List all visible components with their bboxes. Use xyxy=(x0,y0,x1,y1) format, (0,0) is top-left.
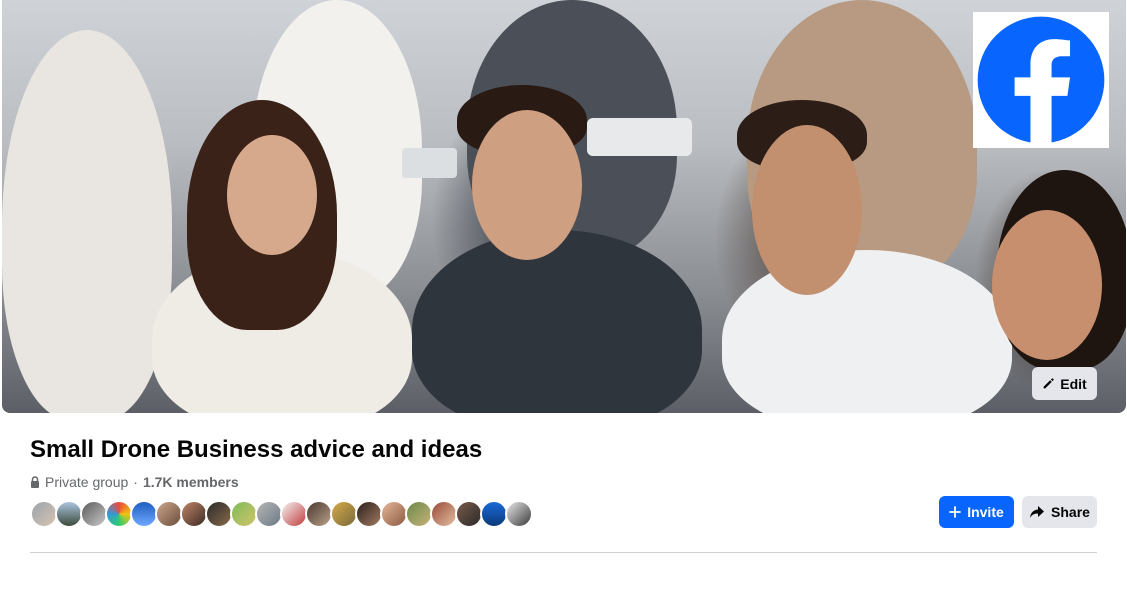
avatar[interactable] xyxy=(355,500,383,528)
share-label: Share xyxy=(1051,504,1090,520)
avatar[interactable] xyxy=(505,500,533,528)
facebook-logo xyxy=(973,12,1109,148)
meta-separator: · xyxy=(133,474,138,490)
edit-label: Edit xyxy=(1060,375,1087,392)
tablet xyxy=(402,148,457,178)
avatar[interactable] xyxy=(180,500,208,528)
cover-figure xyxy=(992,210,1102,360)
avatar[interactable] xyxy=(480,500,508,528)
edit-cover-button[interactable]: Edit xyxy=(1032,367,1097,400)
cover-photo xyxy=(2,0,1126,413)
avatar[interactable] xyxy=(280,500,308,528)
plus-icon xyxy=(949,506,962,518)
avatar[interactable] xyxy=(455,500,483,528)
group-title[interactable]: Small Drone Business advice and ideas xyxy=(30,436,482,464)
cover-figure xyxy=(2,30,172,413)
avatar[interactable] xyxy=(130,500,158,528)
drone-controller xyxy=(587,118,692,156)
avatar[interactable] xyxy=(30,500,58,528)
cover-figure xyxy=(412,230,702,413)
avatar[interactable] xyxy=(55,500,83,528)
avatar[interactable] xyxy=(105,500,133,528)
avatar[interactable] xyxy=(205,500,233,528)
cover-figure xyxy=(227,135,317,255)
lock-icon xyxy=(31,476,39,488)
avatar[interactable] xyxy=(255,500,283,528)
member-count[interactable]: 1.7K members xyxy=(143,474,239,490)
avatar[interactable] xyxy=(230,500,258,528)
group-privacy: Private group xyxy=(45,474,129,490)
divider xyxy=(30,552,1097,553)
avatar[interactable] xyxy=(330,500,358,528)
avatar[interactable] xyxy=(155,500,183,528)
share-arrow-icon xyxy=(1030,506,1045,518)
share-button[interactable]: Share xyxy=(1022,496,1097,528)
cover-figure xyxy=(722,250,1012,413)
avatar[interactable] xyxy=(305,500,333,528)
invite-label: Invite xyxy=(967,504,1004,520)
avatar[interactable] xyxy=(380,500,408,528)
avatar[interactable] xyxy=(405,500,433,528)
cover-figure xyxy=(752,125,862,295)
avatar[interactable] xyxy=(80,500,108,528)
pencil-icon xyxy=(1043,378,1054,389)
member-avatars xyxy=(30,500,533,528)
invite-button[interactable]: Invite xyxy=(939,496,1014,528)
facebook-logo-icon xyxy=(977,16,1105,146)
cover-figure xyxy=(472,110,582,260)
group-meta: Private group · 1.7K members xyxy=(30,474,239,490)
avatar[interactable] xyxy=(430,500,458,528)
